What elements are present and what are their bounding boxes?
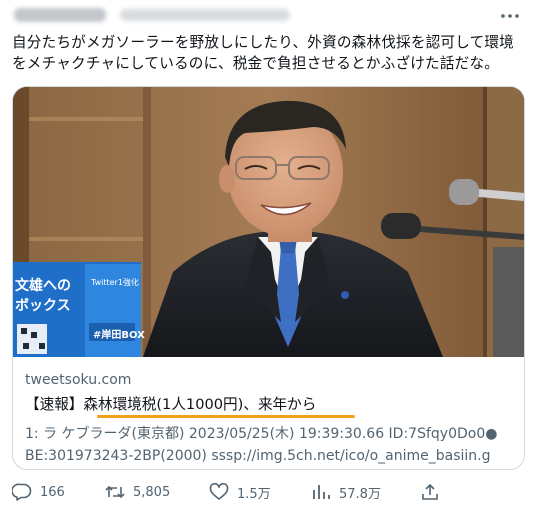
card-description: 1: ラ ケブラーダ(東京都) 2023/05/25(木) 19:39:30.6… bbox=[25, 426, 498, 464]
card-image: 文雄への ボックス Twitter1強化 #岸田BOX bbox=[13, 87, 524, 357]
reply-button[interactable]: 166 bbox=[12, 482, 65, 502]
like-count: 1.5万 bbox=[237, 486, 271, 502]
share-button[interactable] bbox=[420, 482, 440, 502]
reply-count: 166 bbox=[40, 484, 65, 500]
views-button[interactable]: 57.8万 bbox=[311, 482, 381, 502]
sign-text-line2: ボックス bbox=[15, 298, 71, 314]
action-bar: 166 5,805 1.5万 57.8万 bbox=[12, 482, 524, 502]
like-icon bbox=[209, 483, 229, 501]
retweet-icon bbox=[105, 483, 125, 501]
blurred-author-name[interactable] bbox=[14, 8, 106, 22]
sign-text-line1: 文雄への bbox=[15, 278, 71, 294]
more-icon[interactable] bbox=[499, 8, 521, 24]
like-button[interactable]: 1.5万 bbox=[209, 482, 271, 502]
retweet-count: 5,805 bbox=[133, 484, 171, 500]
sign-badge-text: Twitter1強化 bbox=[91, 278, 139, 287]
retweet-button[interactable]: 5,805 bbox=[105, 482, 170, 502]
tweet-text: 自分たちがメガソーラーを野放しにしたり、外資の森林伐採を認可して環境 をメチャク… bbox=[12, 34, 514, 72]
card-title[interactable]: 【速報】森林環境税(1人1000円)、来年から bbox=[25, 395, 512, 418]
link-card[interactable]: 文雄への ボックス Twitter1強化 #岸田BOX tweetsoku.co… bbox=[12, 86, 525, 470]
reply-icon bbox=[12, 483, 32, 501]
views-icon bbox=[311, 483, 331, 501]
card-title-text: 【速報】森林環境税(1人1000円)、来年から bbox=[25, 396, 317, 413]
view-count: 57.8万 bbox=[339, 486, 381, 502]
tweet-header bbox=[12, 6, 521, 26]
card-meta: tweetsoku.com 【速報】森林環境税(1人1000円)、来年から 1:… bbox=[25, 371, 512, 467]
sign-box-text: #岸田BOX bbox=[93, 330, 145, 341]
share-icon bbox=[420, 483, 440, 501]
card-domain[interactable]: tweetsoku.com bbox=[25, 371, 512, 389]
blurred-author-handle[interactable] bbox=[120, 9, 290, 21]
highlight-underline bbox=[97, 415, 355, 418]
